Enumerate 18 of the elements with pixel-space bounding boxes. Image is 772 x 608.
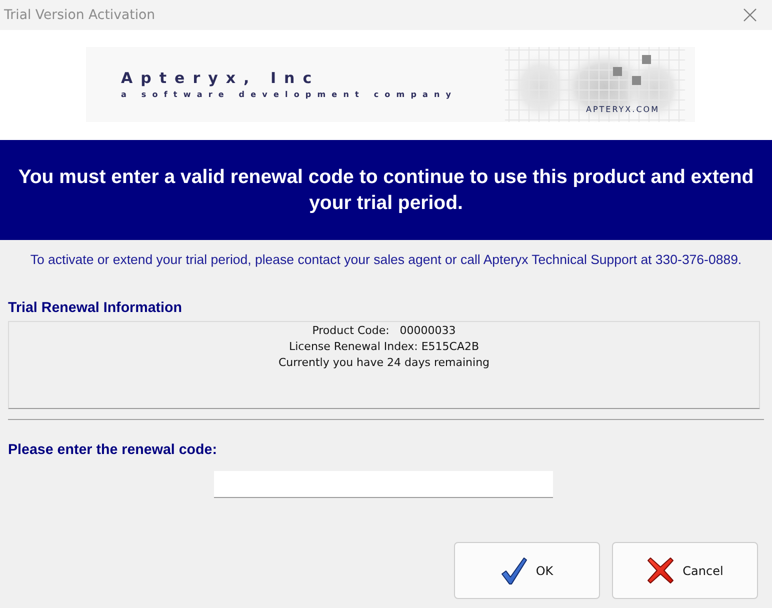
close-button[interactable]	[743, 8, 757, 22]
renewal-code-field[interactable]	[214, 471, 553, 498]
info-line: Currently you have 24 days remaining	[278, 355, 490, 371]
info-line: Product Code: 00000033	[312, 323, 456, 339]
checkmark-icon	[500, 556, 527, 584]
cancel-button[interactable]: Cancel	[612, 542, 758, 599]
section-heading: Trial Renewal Information	[8, 300, 182, 316]
window-title: Trial Version Activation	[4, 8, 156, 22]
cross-icon	[646, 557, 674, 584]
close-icon	[743, 8, 757, 22]
ok-button[interactable]: OK	[454, 542, 600, 599]
website-text: APTERYX.COM	[586, 105, 660, 115]
info-line: License Renewal Index: E515CA2B	[288, 339, 480, 355]
notice-text: You must enter a valid renewal code to continue to use this product and extend your trial period.	[17, 165, 755, 216]
company-name: Apteryx, Inc	[121, 70, 321, 86]
company-tagline: a software development company	[121, 90, 458, 98]
contact-text: To activate or extend your trial period, please contact your sales agent or call Apteryx Technical Support at 330-376-0889.	[29, 252, 743, 268]
field-label: Please enter the renewal code:	[8, 442, 217, 458]
